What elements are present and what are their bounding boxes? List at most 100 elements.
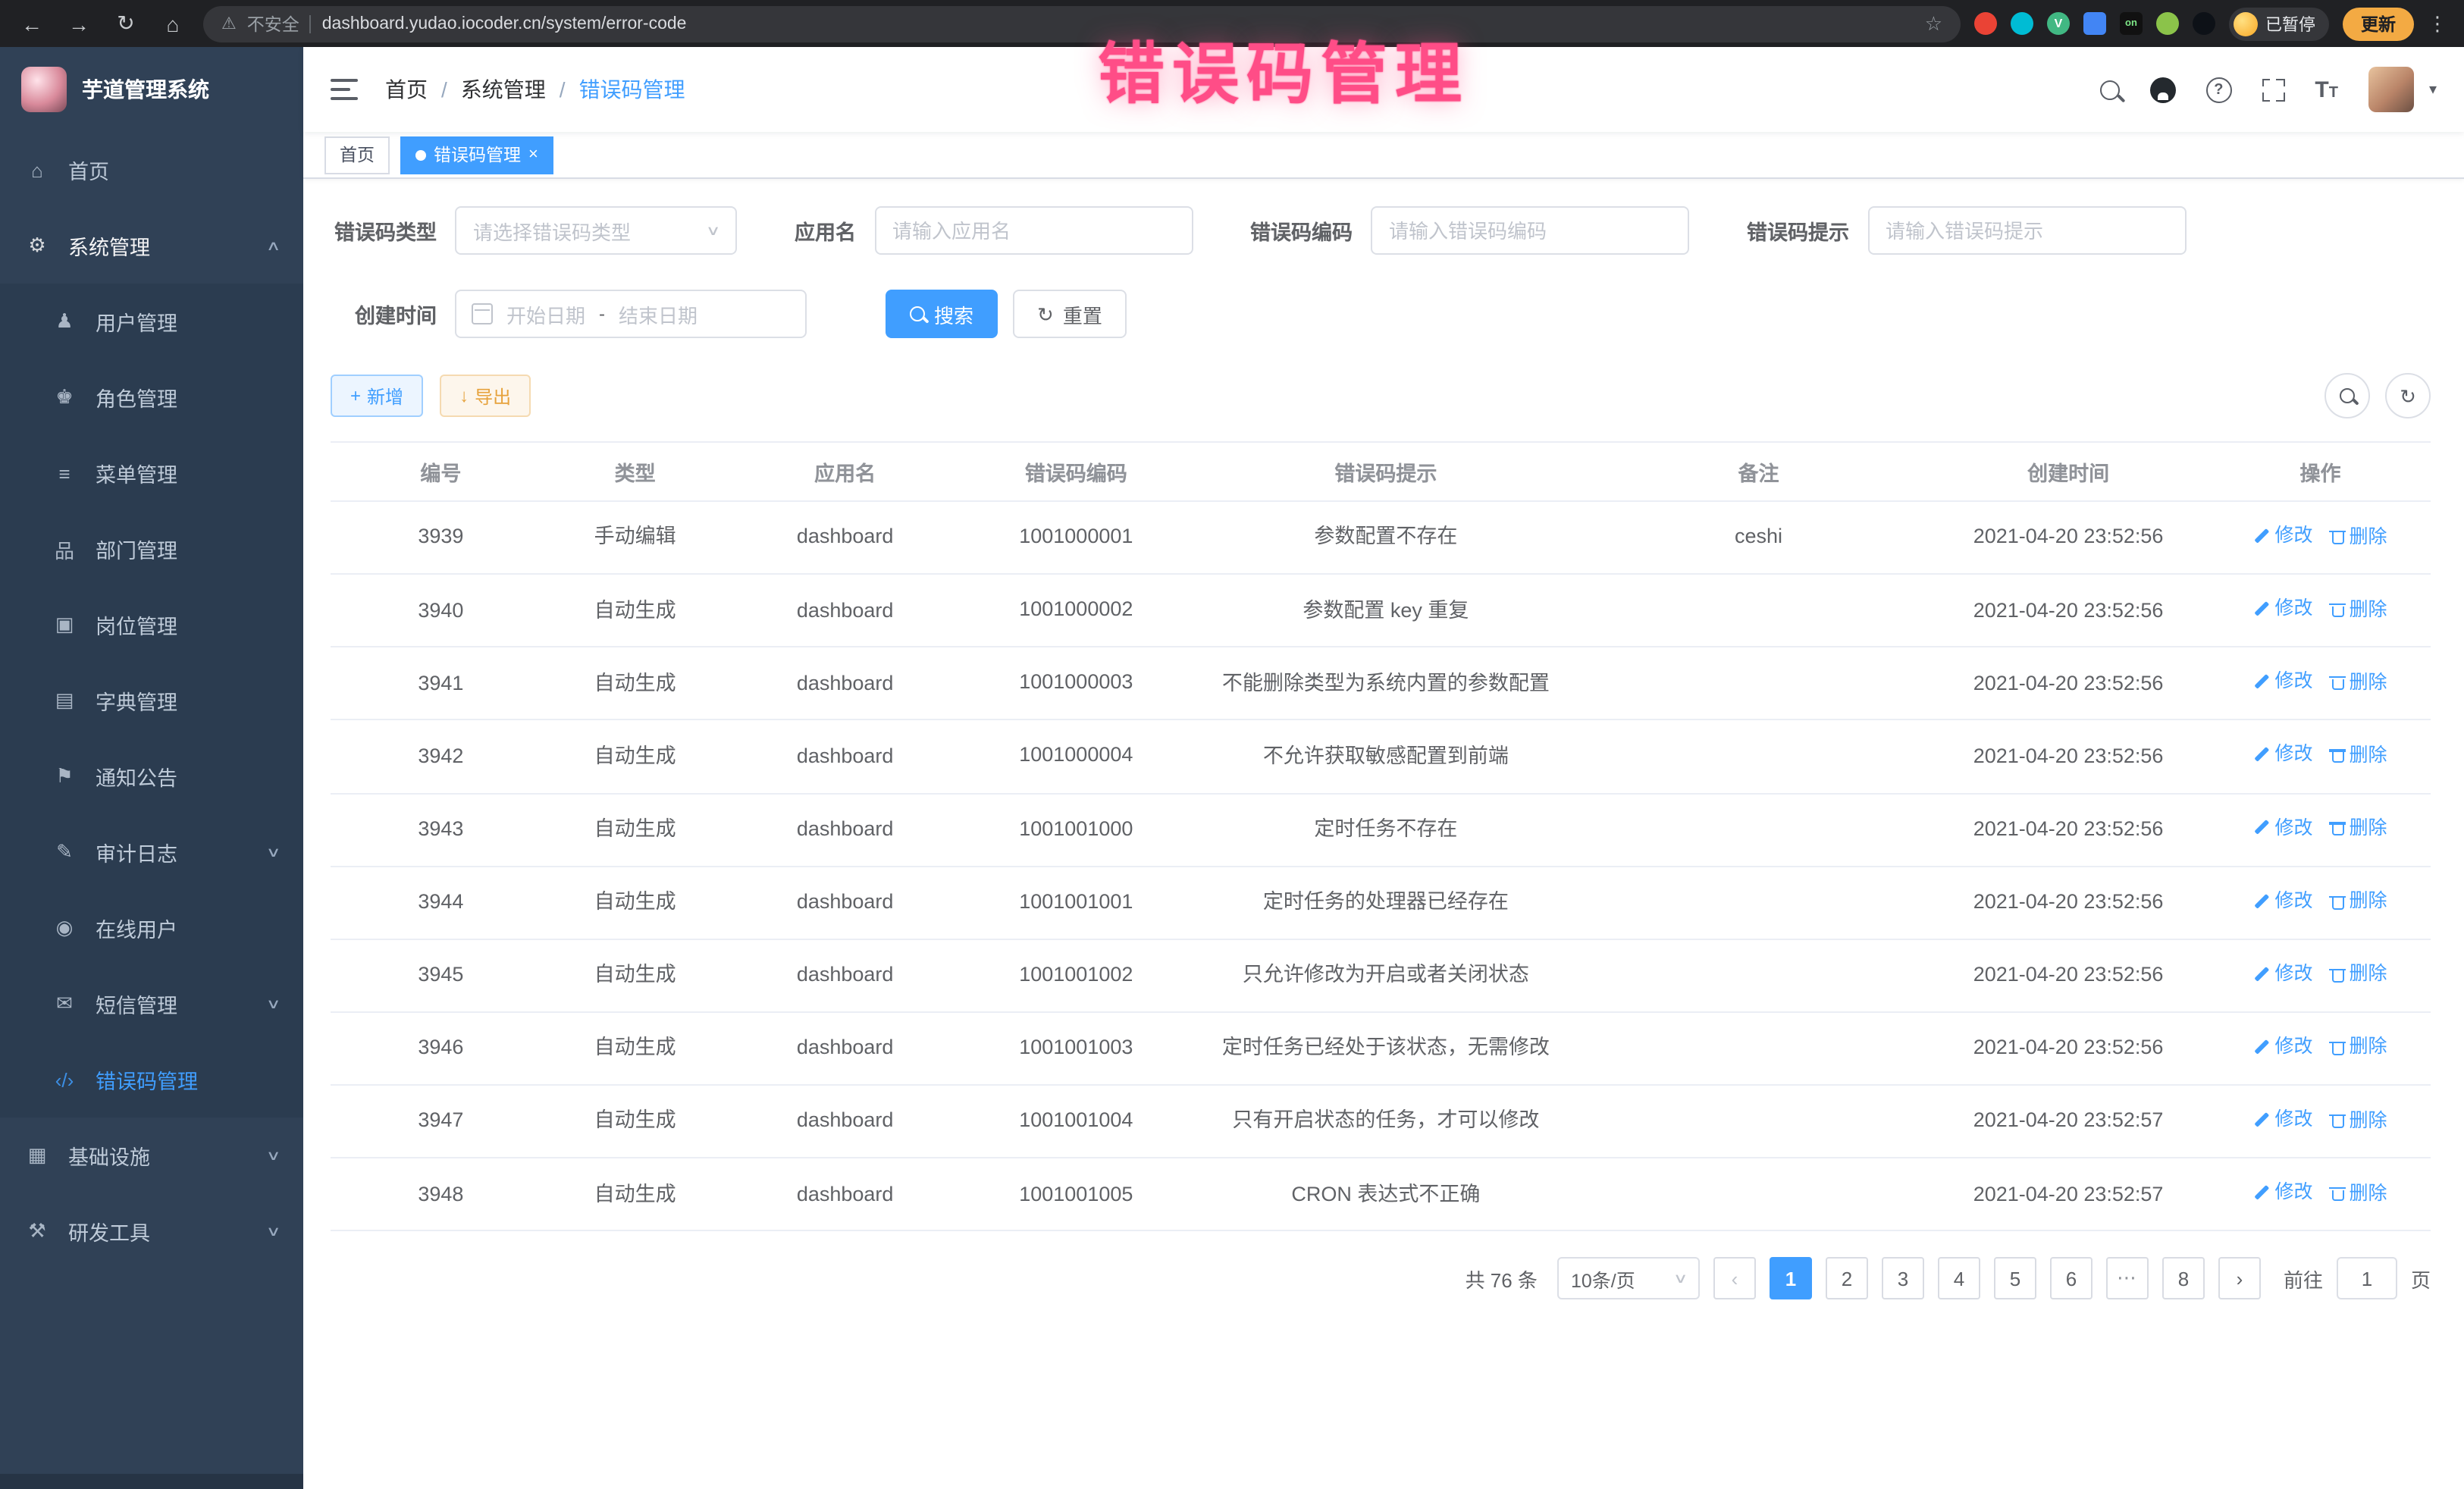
github-button[interactable] <box>2149 77 2175 102</box>
breadcrumb-system[interactable]: 系统管理 <box>461 74 546 105</box>
delete-link[interactable]: 删除 <box>2331 669 2387 697</box>
page-button-1[interactable]: 1 <box>1770 1258 1812 1300</box>
delete-link[interactable]: 删除 <box>2331 961 2387 989</box>
fullscreen-button[interactable] <box>2262 78 2284 101</box>
delete-link[interactable]: 删除 <box>2331 1179 2387 1208</box>
extension-icon[interactable] <box>2193 12 2215 35</box>
cell-error-code: 1001001000 <box>971 793 1181 866</box>
next-page-button[interactable]: › <box>2218 1258 2261 1300</box>
sidebar-item-error-code-management[interactable]: ‹/›错误码管理 <box>0 1042 303 1118</box>
reset-button[interactable]: ↻ 重置 <box>1013 290 1127 338</box>
sidebar-item-infrastructure[interactable]: ▦基础设施∨ <box>0 1118 303 1193</box>
error-type-select[interactable]: 请选择错误码类型 ∨ <box>455 206 737 255</box>
sidebar-item-post-management[interactable]: ▣岗位管理 <box>0 587 303 663</box>
edit-link[interactable]: 修改 <box>2254 668 2313 697</box>
sidebar-item-dict-management[interactable]: ▤字典管理 <box>0 663 303 738</box>
extensions-area: V on <box>1974 12 2215 35</box>
export-button[interactable]: ↓ 导出 <box>440 375 531 417</box>
page-button-4[interactable]: 4 <box>1938 1258 1980 1300</box>
header-search-button[interactable] <box>2099 80 2119 99</box>
vue-devtools-extension-icon[interactable]: V <box>2047 12 2070 35</box>
table-header-row: 编号 类型 应用名 错误码编码 错误码提示 备注 创建时间 操作 <box>331 442 2431 501</box>
delete-link[interactable]: 删除 <box>2331 595 2387 624</box>
user-avatar[interactable] <box>2368 67 2414 112</box>
sidebar-item-label: 字典管理 <box>96 685 177 716</box>
page-size-select[interactable]: 10条/页 ∨ <box>1557 1258 1700 1300</box>
chevron-down-icon[interactable]: ▾ <box>2429 81 2437 98</box>
breadcrumb-home[interactable]: 首页 <box>385 74 428 105</box>
page-button-8[interactable]: 8 <box>2162 1258 2205 1300</box>
sidebar-item-sms-management[interactable]: ✉短信管理∨ <box>0 966 303 1042</box>
extension-icon[interactable] <box>2083 12 2106 35</box>
browser-back-icon[interactable]: ← <box>15 7 49 40</box>
sidebar-item-home[interactable]: ⌂首页 <box>0 132 303 208</box>
error-message-input[interactable] <box>1867 206 2186 255</box>
edit-link[interactable]: 修改 <box>2254 741 2313 770</box>
sidebar-item-label: 系统管理 <box>68 230 150 261</box>
close-icon[interactable]: × <box>528 146 538 163</box>
extension-icon[interactable]: on <box>2120 12 2143 35</box>
sidebar-item-notice-announcement[interactable]: ⚑通知公告 <box>0 738 303 814</box>
page-button-5[interactable]: 5 <box>1994 1258 2036 1300</box>
address-bar[interactable]: ⚠ 不安全 dashboard.yudao.iocoder.cn/system/… <box>203 5 1961 42</box>
cell-created-time: 2021-04-20 23:52:56 <box>1926 1012 2210 1085</box>
browser-update-button[interactable]: 更新 <box>2343 7 2414 40</box>
edit-link[interactable]: 修改 <box>2254 813 2313 842</box>
tab-error-code-management[interactable]: 错误码管理 × <box>400 136 553 174</box>
extension-icon[interactable] <box>2156 12 2179 35</box>
sidebar-item-user-management[interactable]: ♟用户管理 <box>0 284 303 359</box>
sidebar-item-dev-tools[interactable]: ⚒研发工具∨ <box>0 1193 303 1269</box>
add-button[interactable]: + 新增 <box>331 375 423 417</box>
page-button-3[interactable]: 3 <box>1882 1258 1924 1300</box>
sidebar-item-system-management[interactable]: ⚙系统管理∧ <box>0 208 303 284</box>
page-button-6[interactable]: 6 <box>2050 1258 2093 1300</box>
browser-home-icon[interactable]: ⌂ <box>156 7 190 40</box>
more-pages-button[interactable]: ⋯ <box>2106 1258 2149 1300</box>
browser-forward-icon[interactable]: → <box>62 7 96 40</box>
cell-app-name: dashboard <box>719 720 970 793</box>
date-range-picker[interactable]: 开始日期 - 结束日期 <box>455 290 807 338</box>
app-name-input[interactable] <box>874 206 1193 255</box>
refresh-table-button[interactable]: ↻ <box>2385 373 2431 418</box>
extension-icon[interactable] <box>2011 12 2033 35</box>
sidebar-item-online-users[interactable]: ◉在线用户 <box>0 890 303 966</box>
browser-reload-icon[interactable]: ↻ <box>109 7 143 40</box>
edit-link[interactable]: 修改 <box>2254 960 2313 989</box>
sidebar-item-audit-log[interactable]: ✎审计日志∨ <box>0 814 303 890</box>
extension-icon[interactable] <box>1974 12 1997 35</box>
sidebar-footer <box>0 1474 303 1489</box>
delete-link[interactable]: 删除 <box>2331 814 2387 843</box>
edit-link[interactable]: 修改 <box>2254 1178 2313 1207</box>
bookmark-star-icon[interactable]: ☆ <box>1925 11 1942 36</box>
edit-link[interactable]: 修改 <box>2254 1105 2313 1134</box>
browser-profile-chip[interactable]: 已暂停 <box>2229 7 2329 40</box>
sidebar-item-menu-management[interactable]: ≡菜单管理 <box>0 435 303 511</box>
delete-link[interactable]: 删除 <box>2331 1106 2387 1135</box>
prev-page-button[interactable]: ‹ <box>1713 1258 1756 1300</box>
font-size-button[interactable]: TT <box>2315 78 2338 101</box>
sidebar-item-department-management[interactable]: 品部门管理 <box>0 511 303 587</box>
edit-link[interactable]: 修改 <box>2254 522 2313 550</box>
tab-home[interactable]: 首页 <box>324 136 390 174</box>
filter-app-name: 应用名 <box>795 206 1193 255</box>
edit-link[interactable]: 修改 <box>2254 886 2313 915</box>
sidebar-item-role-management[interactable]: ♚角色管理 <box>0 359 303 435</box>
docs-help-button[interactable]: ? <box>2205 77 2231 102</box>
toggle-search-button[interactable] <box>2324 373 2370 418</box>
search-button[interactable]: 搜索 <box>886 290 998 338</box>
delete-link[interactable]: 删除 <box>2331 887 2387 916</box>
sidebar-collapse-icon[interactable] <box>331 79 358 100</box>
delete-link[interactable]: 删除 <box>2331 741 2387 770</box>
browser-menu-icon[interactable]: ⋮ <box>2428 11 2449 36</box>
edit-icon <box>2254 820 2271 836</box>
goto-page-input[interactable] <box>2337 1258 2397 1300</box>
edit-link[interactable]: 修改 <box>2254 1033 2313 1061</box>
cell-id: 3947 <box>331 1085 551 1158</box>
edit-link[interactable]: 修改 <box>2254 594 2313 623</box>
delete-link[interactable]: 删除 <box>2331 522 2387 551</box>
page-button-2[interactable]: 2 <box>1826 1258 1868 1300</box>
delete-link[interactable]: 删除 <box>2331 1033 2387 1062</box>
error-code-input[interactable] <box>1371 206 1689 255</box>
cell-error-code: 1001001003 <box>971 1012 1181 1085</box>
edit-icon <box>2254 528 2271 544</box>
